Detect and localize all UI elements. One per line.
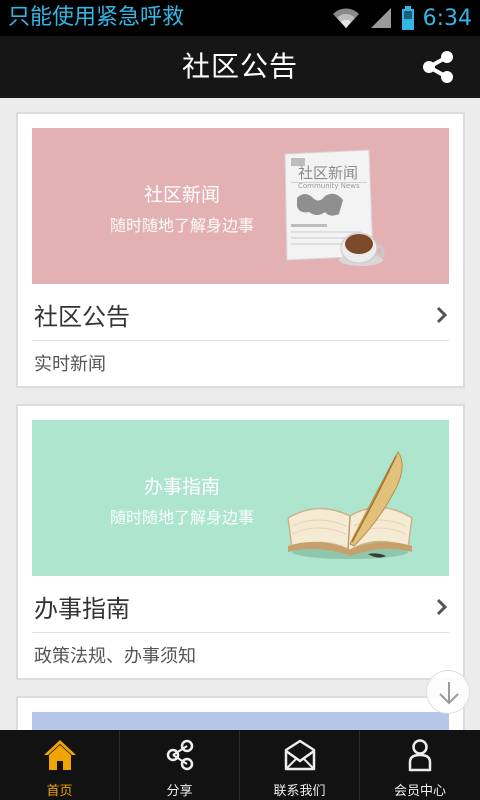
card-title[interactable]: 社区公告 xyxy=(34,297,130,332)
status-icons: 6:34 xyxy=(331,4,472,32)
signal-icon xyxy=(370,8,391,28)
clock: 6:34 xyxy=(422,5,472,31)
guide-card[interactable]: 办事指南 随时随地了解身边事 办事指南 政策法规、办事须知 xyxy=(16,404,465,680)
nav-home[interactable]: 首页 xyxy=(0,730,120,800)
status-bar: 只能使用紧急呼救 6:34 xyxy=(0,0,480,36)
news-banner[interactable]: 社区新闻 随时随地了解身边事 社区新闻 Community News xyxy=(32,128,449,284)
user-icon xyxy=(408,739,432,772)
card-subtitle: 政策法规、办事须知 xyxy=(34,646,196,667)
battery-icon xyxy=(401,6,414,30)
wifi-icon xyxy=(332,8,359,28)
card-title[interactable]: 办事指南 xyxy=(34,589,130,624)
content-list[interactable]: 社区新闻 随时随地了解身边事 社区新闻 Community News 社区公告 xyxy=(0,98,480,730)
share-icon[interactable] xyxy=(420,49,456,85)
book-quill-illustration xyxy=(287,451,413,559)
divider xyxy=(32,340,449,341)
nav-share[interactable]: 分享 xyxy=(120,730,240,800)
card-subtitle: 实时新闻 xyxy=(34,354,106,375)
partial-banner[interactable] xyxy=(32,712,449,730)
scroll-down-button[interactable] xyxy=(426,670,470,714)
nav-contact[interactable]: 联系我们 xyxy=(240,730,360,800)
nav-member[interactable]: 会员中心 xyxy=(360,730,480,800)
guide-banner[interactable]: 办事指南 随时随地了解身边事 xyxy=(32,420,449,576)
emergency-call-status: 只能使用紧急呼救 xyxy=(8,5,185,30)
app-header: 社区公告 xyxy=(0,36,480,98)
nav-label: 联系我们 xyxy=(273,784,326,799)
nav-label: 分享 xyxy=(166,784,193,799)
chevron-right-icon[interactable] xyxy=(435,596,449,618)
newspaper-subtitle: Community News xyxy=(298,182,360,190)
bottom-nav: 首页 分享 联系我们 会员中心 xyxy=(0,730,480,800)
announcement-card[interactable]: 社区新闻 随时随地了解身边事 社区新闻 Community News 社区公告 xyxy=(16,112,465,388)
mail-icon xyxy=(284,739,316,771)
arrow-down-icon xyxy=(439,682,459,705)
home-icon xyxy=(44,740,76,770)
page-title: 社区公告 xyxy=(181,50,298,83)
share-icon xyxy=(166,739,194,771)
nav-label: 首页 xyxy=(46,784,73,799)
nav-label: 会员中心 xyxy=(393,784,446,799)
divider xyxy=(32,632,449,633)
newspaper-title: 社区新闻 xyxy=(298,164,359,182)
partial-card[interactable] xyxy=(16,696,465,730)
chevron-right-icon[interactable] xyxy=(435,304,449,326)
